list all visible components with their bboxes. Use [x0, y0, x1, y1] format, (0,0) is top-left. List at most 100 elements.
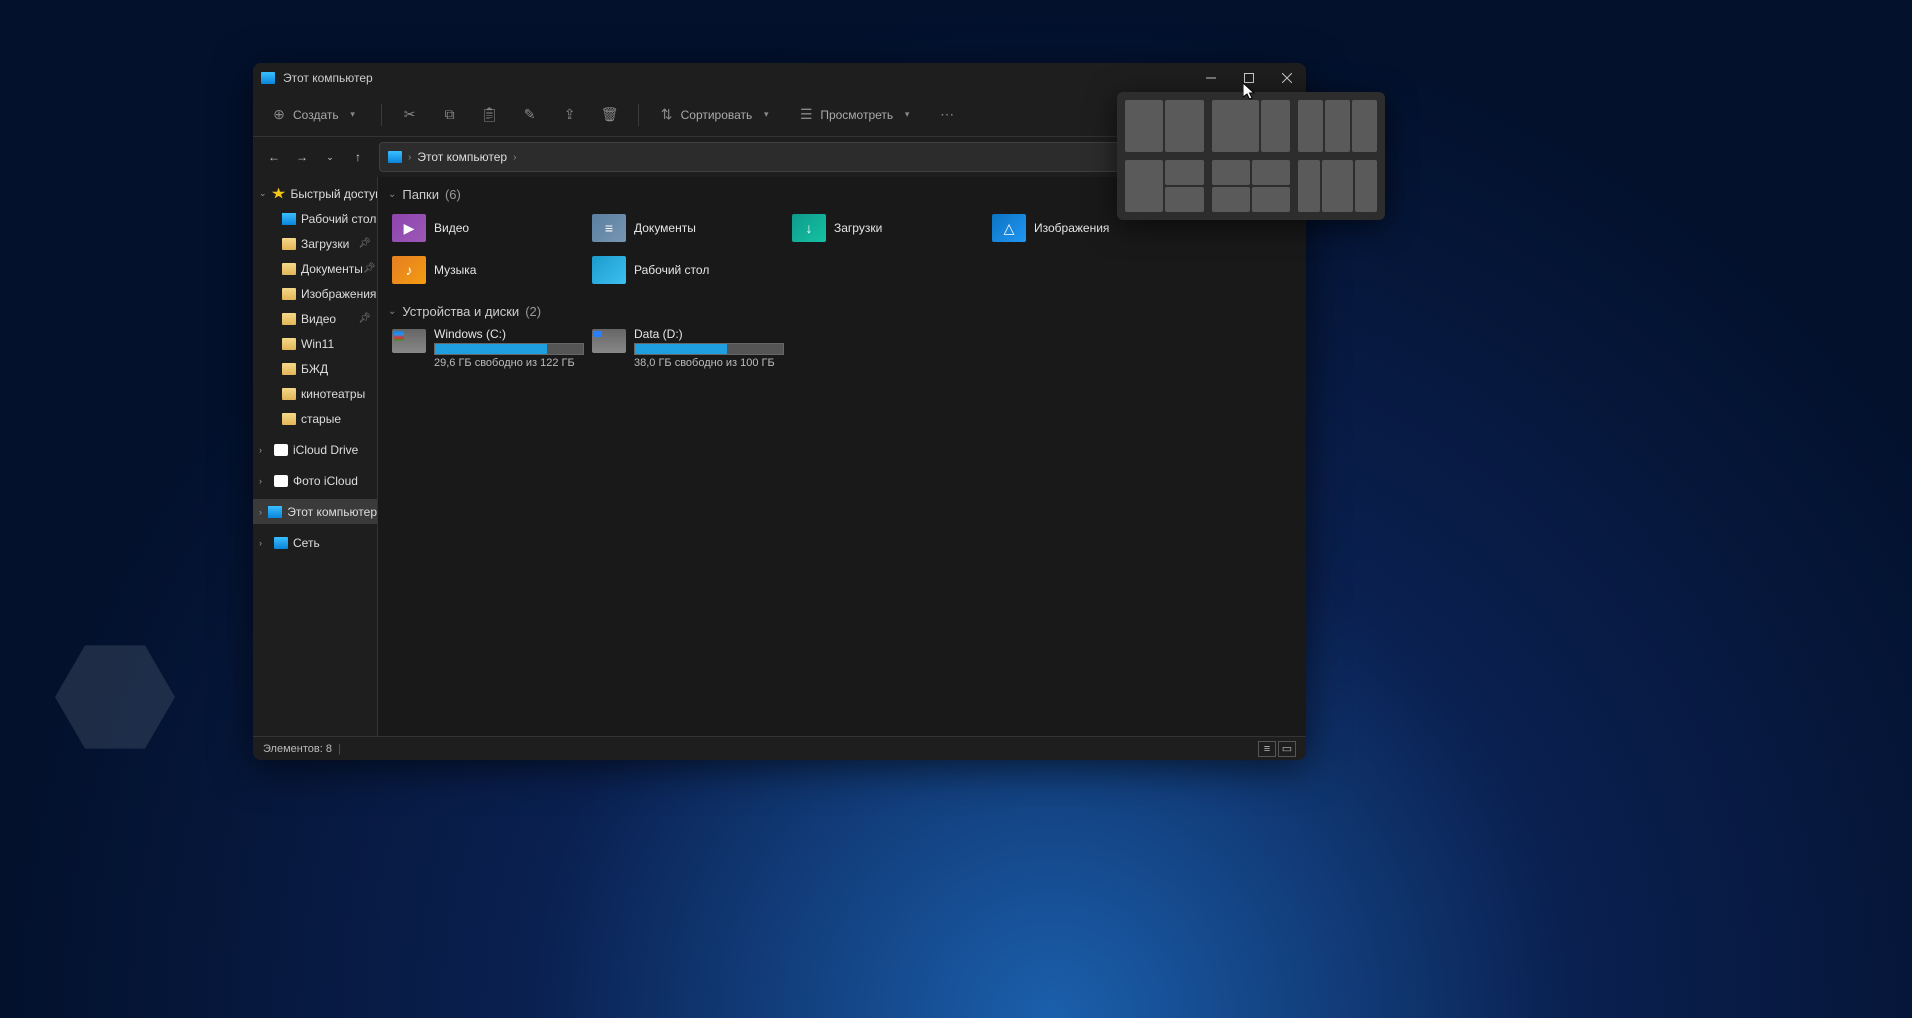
music-folder-icon: ♪ — [392, 256, 426, 284]
snap-zone[interactable] — [1261, 100, 1291, 152]
folder-icon — [282, 413, 296, 425]
snap-zone[interactable] — [1165, 100, 1203, 152]
sidebar-item-video[interactable]: Видео 📌︎ — [253, 306, 377, 331]
folder-item-downloads[interactable]: ↓ Загрузки — [792, 210, 992, 246]
view-icons-button[interactable]: ▭ — [1278, 741, 1296, 757]
snap-zone[interactable] — [1125, 100, 1163, 152]
recent-button[interactable]: ⌄ — [317, 144, 343, 170]
maximize-button[interactable] — [1230, 63, 1268, 93]
drive-d-usage-bar — [634, 343, 784, 355]
view-details-button[interactable]: ≡ — [1258, 741, 1276, 757]
network-icon — [274, 537, 288, 549]
snap-zone[interactable] — [1252, 160, 1290, 185]
snap-zone[interactable] — [1298, 160, 1320, 212]
share-button[interactable]: ⇪ — [554, 102, 586, 128]
sidebar-item-network[interactable]: › Сеть — [253, 530, 377, 555]
snap-zone[interactable] — [1212, 187, 1250, 212]
folder-item-music[interactable]: ♪ Музыка — [392, 252, 592, 288]
this-pc-icon — [268, 506, 282, 518]
chevron-down-icon: ⌄ — [259, 188, 267, 199]
video-icon — [282, 313, 296, 325]
sidebar: ⌄ Быстрый доступ Рабочий стол 📌︎ Загрузк… — [253, 177, 378, 736]
statusbar-item-count: Элементов: 8 — [263, 743, 332, 755]
close-button[interactable] — [1268, 63, 1306, 93]
create-button[interactable]: ⊕ Создать ▾ — [263, 102, 369, 128]
sidebar-item-win11[interactable]: Win11 — [253, 331, 377, 356]
snap-zone[interactable] — [1352, 100, 1377, 152]
sidebar-item-starye[interactable]: старые — [253, 406, 377, 431]
snap-zone[interactable] — [1298, 100, 1323, 152]
rename-button[interactable]: ✎ — [514, 102, 546, 128]
sort-label: Сортировать — [681, 108, 753, 122]
sort-button[interactable]: ⇅ Сортировать ▾ — [651, 102, 783, 128]
sidebar-item-this-pc[interactable]: › Этот компьютер — [253, 499, 377, 524]
drive-item-c[interactable]: Windows (C:) 29,6 ГБ свободно из 122 ГБ — [392, 327, 592, 369]
more-button[interactable]: ⋯ — [931, 102, 963, 128]
video-folder-icon: ▶ — [392, 214, 426, 242]
snap-layout-4[interactable] — [1125, 160, 1204, 212]
minimize-button[interactable] — [1192, 63, 1230, 93]
breadcrumb-separator-icon: › — [408, 152, 411, 163]
sidebar-item-icloud-drive[interactable]: › iCloud Drive — [253, 437, 377, 462]
sidebar-item-downloads[interactable]: Загрузки 📌︎ — [253, 231, 377, 256]
sidebar-item-quick-access[interactable]: ⌄ Быстрый доступ — [253, 181, 377, 206]
folder-icon — [282, 363, 296, 375]
documents-icon — [282, 263, 296, 275]
snap-zone[interactable] — [1212, 100, 1259, 152]
drive-c-usage-bar — [434, 343, 584, 355]
cut-button[interactable]: ✂ — [394, 102, 426, 128]
chevron-down-icon: ⌄ — [388, 189, 396, 200]
up-button[interactable]: ↑ — [345, 144, 371, 170]
snap-layout-5[interactable] — [1212, 160, 1291, 212]
copy-icon: ⧉ — [442, 107, 458, 123]
snap-layout-1[interactable] — [1125, 100, 1204, 152]
more-icon: ⋯ — [939, 107, 955, 123]
plus-circle-icon: ⊕ — [271, 107, 287, 123]
icloud-photo-icon — [274, 475, 288, 487]
snap-layout-2[interactable] — [1212, 100, 1291, 152]
sidebar-item-kinoteatry[interactable]: кинотеатры — [253, 381, 377, 406]
forward-button[interactable]: → — [289, 144, 315, 170]
chevron-right-icon: › — [259, 445, 269, 455]
paste-button[interactable]: 📋︎ — [474, 102, 506, 128]
snap-zone[interactable] — [1165, 160, 1203, 185]
snap-layout-3[interactable] — [1298, 100, 1377, 152]
chevron-down-icon: ▾ — [345, 107, 361, 123]
pin-icon: 📌︎ — [358, 238, 371, 249]
folder-item-documents[interactable]: ≡ Документы — [592, 210, 792, 246]
snap-zone[interactable] — [1212, 160, 1250, 185]
sidebar-item-bzhd[interactable]: БЖД — [253, 356, 377, 381]
desktop-icon — [282, 213, 296, 225]
sidebar-item-documents[interactable]: Документы 📌︎ — [253, 256, 377, 281]
drive-item-d[interactable]: Data (D:) 38,0 ГБ свободно из 100 ГБ — [592, 327, 792, 369]
share-icon: ⇪ — [562, 107, 578, 123]
view-button[interactable]: ☰ Просмотреть ▾ — [790, 102, 923, 128]
folder-item-video[interactable]: ▶ Видео — [392, 210, 592, 246]
this-pc-icon — [388, 151, 402, 163]
delete-button[interactable]: 🗑︎ — [594, 102, 626, 128]
pin-icon: 📌︎ — [358, 313, 371, 324]
folder-item-desktop[interactable]: Рабочий стол — [592, 252, 792, 288]
drive-d-icon — [592, 329, 626, 353]
snap-zone[interactable] — [1325, 100, 1350, 152]
group-header-devices[interactable]: ⌄ Устройства и диски (2) — [388, 304, 1292, 319]
titlebar: Этот компьютер — [253, 63, 1306, 93]
view-label: Просмотреть — [820, 108, 893, 122]
sidebar-item-photo-icloud[interactable]: › Фото iCloud — [253, 468, 377, 493]
sidebar-item-pictures[interactable]: Изображения 📌︎ — [253, 281, 377, 306]
snap-zone[interactable] — [1355, 160, 1377, 212]
breadcrumb-root[interactable]: Этот компьютер — [417, 150, 507, 164]
back-button[interactable]: ← — [261, 144, 287, 170]
snap-zone[interactable] — [1165, 187, 1203, 212]
sidebar-item-desktop[interactable]: Рабочий стол 📌︎ — [253, 206, 377, 231]
snap-layout-6[interactable] — [1298, 160, 1377, 212]
snap-zone[interactable] — [1322, 160, 1353, 212]
this-pc-icon — [261, 72, 275, 84]
drive-c-icon — [392, 329, 426, 353]
snap-zone[interactable] — [1125, 160, 1163, 212]
icloud-icon — [274, 444, 288, 456]
chevron-down-icon: ▾ — [758, 107, 774, 123]
copy-button[interactable]: ⧉ — [434, 102, 466, 128]
pin-icon: 📌︎ — [363, 263, 376, 274]
snap-zone[interactable] — [1252, 187, 1290, 212]
